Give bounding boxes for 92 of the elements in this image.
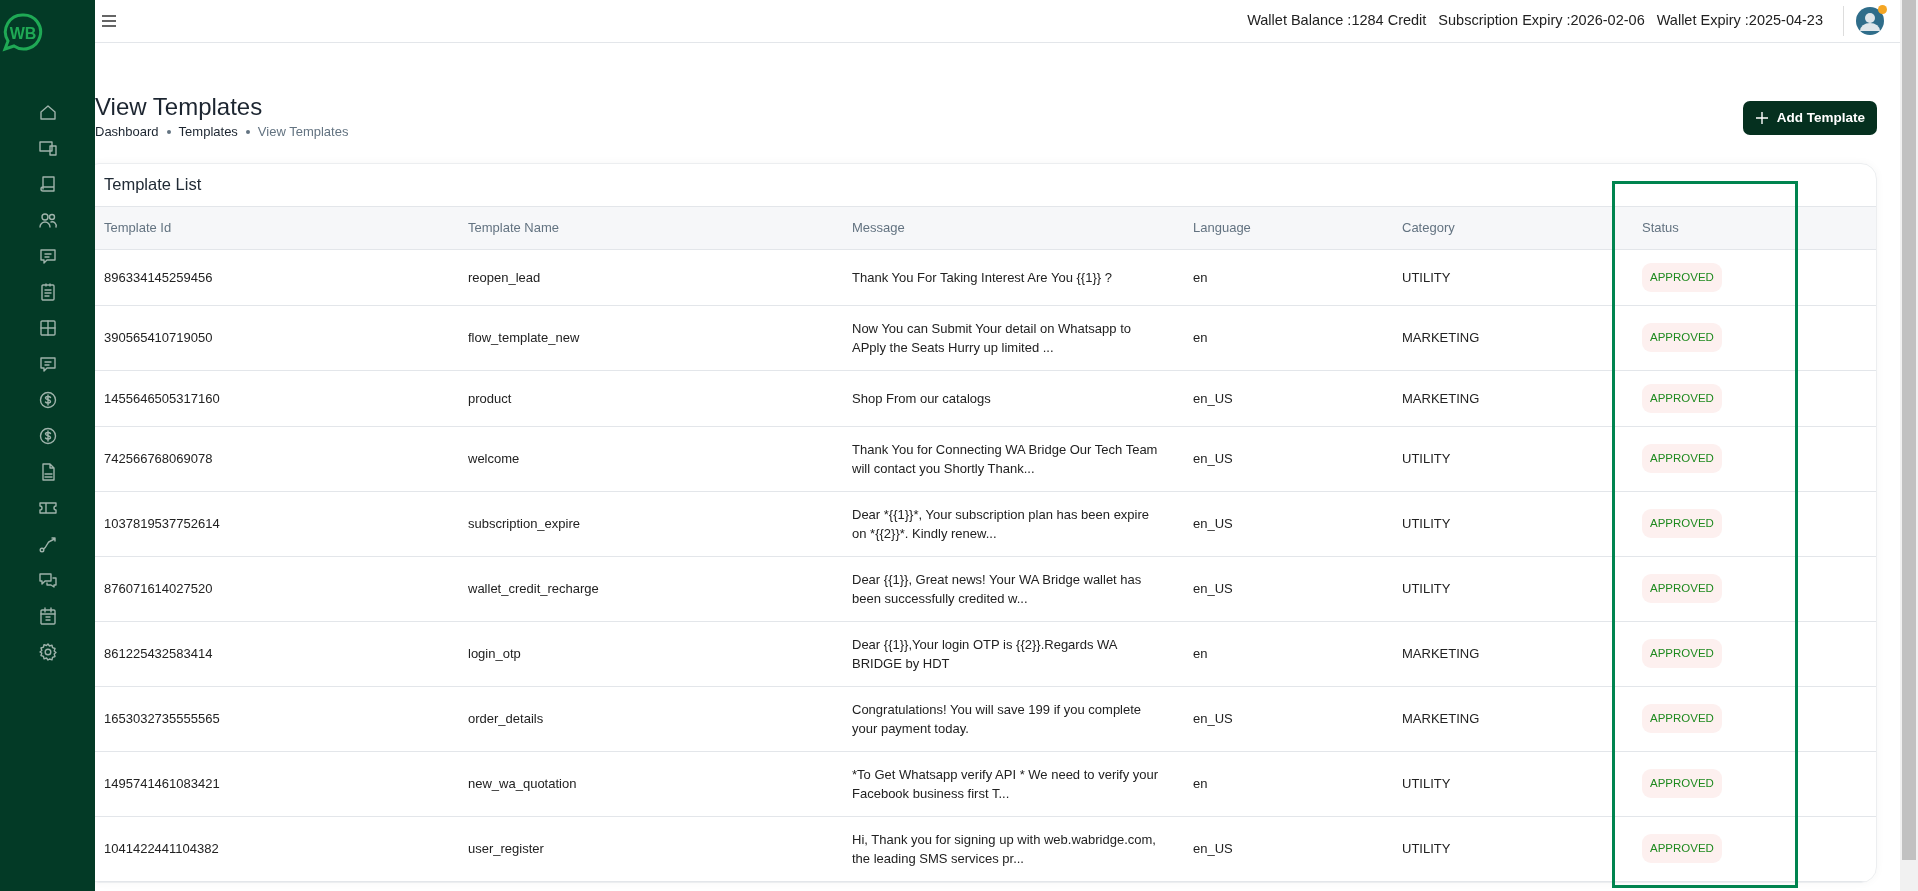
status-badge: APPROVED xyxy=(1642,834,1722,864)
message-text: *To Get Whatsapp verify API * We need to verify your Facebook business first T... xyxy=(852,766,1159,801)
table-cell: 742566768069078 xyxy=(104,451,213,467)
table-cell: MARKETING xyxy=(1402,330,1480,346)
table-cell: en_US xyxy=(1193,581,1233,597)
menu-icon[interactable] xyxy=(101,14,117,28)
column-header: Message xyxy=(832,206,1173,250)
message-link[interactable] xyxy=(37,354,58,374)
table-cell: 876071614027520 xyxy=(104,581,213,597)
table-cell: MARKETING xyxy=(1402,646,1480,662)
status-badge: APPROVED xyxy=(1642,509,1722,539)
table-cell: en_US xyxy=(1193,711,1233,727)
page-title: View Templates xyxy=(95,93,264,122)
topbar-stat: Wallet Expiry :2025-04-23 xyxy=(1656,11,1823,31)
calendar-link[interactable] xyxy=(37,606,58,626)
message-text: Thank You For Taking Interest Are You {{1}} ? xyxy=(852,269,1112,285)
crown-badge xyxy=(1878,5,1887,14)
status-badge: APPROVED xyxy=(1642,639,1722,669)
table-cell: en xyxy=(1193,646,1208,662)
breadcrumb-link[interactable]: View Templates xyxy=(257,121,349,142)
message-text: Now You can Submit Your detail on Whatsapp to APply the Seats Hurry up limited ... xyxy=(852,320,1131,355)
avatar[interactable] xyxy=(1856,7,1884,35)
table-cell: 390565410719050 xyxy=(104,330,213,346)
table-cell: UTILITY xyxy=(1402,451,1451,467)
status-badge: APPROVED xyxy=(1642,574,1722,604)
chat-link[interactable] xyxy=(37,570,58,590)
message-text: Shop From our catalogs xyxy=(852,390,991,406)
status-badge: APPROVED xyxy=(1642,262,1722,292)
column-header: Category xyxy=(1382,206,1622,250)
table-cell: UTILITY xyxy=(1402,776,1451,792)
table-cell: 1495741461083421 xyxy=(104,776,220,792)
table-cell: UTILITY xyxy=(1402,581,1451,597)
breadcrumb-link[interactable]: Templates xyxy=(178,121,238,142)
dollar-link[interactable] xyxy=(37,426,58,446)
message-text: Hi, Thank you for signing up with web.wabridge.com, the leading SMS services pr... xyxy=(852,831,1156,866)
card-title: Template List xyxy=(103,174,203,196)
message-text: Thank You for Connecting WA Bridge Our Tech Team will contact you Shortly Thank... xyxy=(852,441,1158,476)
table-cell: MARKETING xyxy=(1402,711,1480,727)
table-cell: 1037819537752614 xyxy=(104,516,220,532)
table-cell: order_details xyxy=(468,711,544,727)
table-cell: login_otp xyxy=(468,646,521,662)
users-link[interactable] xyxy=(37,210,58,230)
home-link[interactable] xyxy=(37,102,58,122)
book-link[interactable] xyxy=(37,174,58,194)
table-cell: en xyxy=(1193,269,1208,285)
breadcrumb-link[interactable]: Dashboard xyxy=(95,121,159,142)
settings-link[interactable] xyxy=(37,642,58,662)
table-cell: subscription_expire xyxy=(468,516,580,532)
topbar-stat: Wallet Balance :1284 Credit xyxy=(1247,11,1427,31)
add-template-button[interactable]: Add Template xyxy=(1742,101,1877,136)
status-badge: APPROVED xyxy=(1642,383,1722,413)
table-cell: en_US xyxy=(1193,841,1233,857)
devices-link[interactable] xyxy=(37,138,58,158)
table-cell: en_US xyxy=(1193,516,1233,532)
table-cell: UTILITY xyxy=(1402,269,1451,285)
dollar-link[interactable] xyxy=(37,390,58,410)
table-cell: reopen_lead xyxy=(468,269,541,285)
status-badge: APPROVED xyxy=(1642,769,1722,799)
message-text: Dear *{{1}}*, Your subscription plan has been expire on *{{2}}*. Kindly renew... xyxy=(852,506,1150,541)
table-cell: UTILITY xyxy=(1402,516,1451,532)
column-header: Status xyxy=(1622,206,1876,250)
table-cell: new_wa_quotation xyxy=(468,776,577,792)
message-link[interactable] xyxy=(37,246,58,266)
table-cell: en xyxy=(1193,776,1208,792)
status-badge: APPROVED xyxy=(1642,444,1722,474)
message-text: Congratulations! You will save 199 if you complete your payment today. xyxy=(852,701,1142,736)
plus-icon xyxy=(1754,111,1769,126)
table-cell: 896334145259456 xyxy=(104,269,213,285)
table-cell: welcome xyxy=(468,451,520,467)
column-header: Language xyxy=(1173,206,1382,250)
table-cell: en xyxy=(1193,330,1208,346)
grid-link[interactable] xyxy=(37,318,58,338)
message-text: Dear {{1}},Your login OTP is {{2}}.Regards WA BRIDGE by HDT xyxy=(852,636,1117,671)
table-cell: 1455646505317160 xyxy=(104,390,220,406)
message-text: Dear {{1}}, Great news! Your WA Bridge wallet has been successfully credited w... xyxy=(852,571,1142,606)
column-header: Template Name xyxy=(448,206,832,250)
table-cell: UTILITY xyxy=(1402,841,1451,857)
status-badge: APPROVED xyxy=(1642,323,1722,353)
table-cell: MARKETING xyxy=(1402,390,1480,406)
topbar-stat: Subscription Expiry :2026-02-06 xyxy=(1438,11,1645,31)
table-cell: product xyxy=(468,390,512,406)
table-cell: flow_template_new xyxy=(468,330,580,346)
scrollbar[interactable] xyxy=(1902,0,1916,860)
status-badge: APPROVED xyxy=(1642,704,1722,734)
table-cell: en_US xyxy=(1193,451,1233,467)
table-cell: wallet_credit_recharge xyxy=(468,581,599,597)
table-cell: 1041422441104382 xyxy=(104,841,219,857)
table-cell: user_register xyxy=(468,841,544,857)
table-cell: 1653032735555565 xyxy=(104,711,220,727)
table-cell: 861225432583414 xyxy=(104,646,213,662)
table-cell: en_US xyxy=(1193,390,1233,406)
route-link[interactable] xyxy=(37,534,58,554)
